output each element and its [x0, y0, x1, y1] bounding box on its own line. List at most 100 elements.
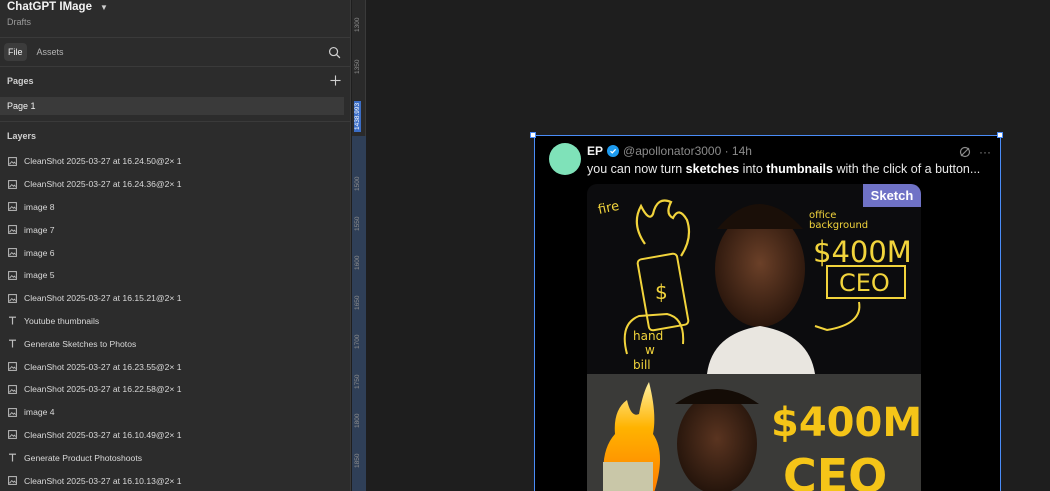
layer-item[interactable]: Youtube thumbnails — [0, 310, 350, 333]
layer-name: CleanShot 2025-03-27 at 16.24.50@2× 1 — [24, 156, 182, 167]
layer-name: image 7 — [24, 224, 55, 235]
layers-label: Layers — [7, 131, 37, 141]
pages-header: Pages — [0, 67, 350, 95]
layer-item[interactable]: CleanShot 2025-03-27 at 16.15.21@2× 1 — [0, 287, 350, 310]
layer-item[interactable]: CleanShot 2025-03-27 at 16.24.36@2× 1 — [0, 173, 350, 196]
layer-name: CleanShot 2025-03-27 at 16.22.58@2× 1 — [24, 384, 182, 395]
layer-name: Generate Sketches to Photos — [24, 338, 137, 349]
resize-handle-top-right[interactable] — [997, 132, 1003, 138]
photo-person-face — [677, 394, 757, 491]
vertical-ruler: 1300 1350 1438.993 1500 1550 1600 1650 1700 1750… — [352, 0, 366, 491]
tweet-actions: ··· — [959, 145, 991, 159]
ruler-tick-label: 1800 — [354, 413, 361, 428]
avatar — [549, 143, 581, 175]
tweet-header: EP @apollonator3000 · 14h — [587, 144, 752, 158]
layer-item[interactable]: Generate Sketches to Photos — [0, 332, 350, 355]
more-options-icon: ··· — [979, 145, 991, 159]
layer-name: CleanShot 2025-03-27 at 16.15.21@2× 1 — [24, 293, 182, 304]
file-title[interactable]: ChatGPT IMage — [7, 1, 92, 13]
layer-name: image 6 — [24, 247, 55, 258]
ruler-tick-label: 1350 — [354, 59, 361, 74]
layer-item[interactable]: CleanShot 2025-03-27 at 16.23.55@2× 1 — [0, 355, 350, 378]
tab-file[interactable]: File — [4, 43, 27, 61]
ruler-tick-label: 1750 — [354, 374, 361, 389]
person-hair — [717, 204, 803, 229]
photo-title-ceo: CEO — [783, 449, 887, 491]
add-page-icon[interactable] — [330, 75, 341, 86]
file-title-menu[interactable]: ChatGPT IMage ▼ — [7, 0, 108, 14]
sketch-badge: Sketch — [863, 184, 921, 207]
sketch-word-hand: hand — [633, 329, 663, 343]
photo-thumbnail: $400M CEO — [587, 374, 921, 491]
panel-tabs: File Assets — [0, 38, 350, 67]
layer-name: CleanShot 2025-03-27 at 16.10.13@2× 1 — [24, 475, 182, 486]
image-icon — [8, 293, 17, 303]
image-icon — [8, 156, 17, 166]
layer-name: CleanShot 2025-03-27 at 16.23.55@2× 1 — [24, 361, 182, 372]
page-item-page-1[interactable]: Page 1 — [0, 97, 344, 115]
layer-item[interactable]: CleanShot 2025-03-27 at 16.10.49@2× 1 — [0, 424, 350, 447]
image-icon — [8, 362, 17, 371]
file-location: Drafts — [7, 17, 32, 27]
image-icon — [8, 384, 17, 394]
ruler-tick-label: 1850 — [354, 453, 361, 468]
layer-name: Youtube thumbnails — [24, 315, 100, 326]
ruler-tick-label: 1700 — [354, 334, 361, 349]
left-sidebar: ChatGPT IMage ▼ Drafts File Assets Pages… — [0, 0, 351, 491]
photo-bill — [603, 462, 653, 491]
grok-icon — [959, 146, 971, 158]
text-icon — [8, 453, 17, 462]
layer-item[interactable]: CleanShot 2025-03-27 at 16.24.50@2× 1 — [0, 150, 350, 173]
ruler-tick-label: 1650 — [354, 295, 361, 310]
sketch-title-400m: $400M — [813, 235, 912, 269]
ruler-tick-label: 1600 — [354, 255, 361, 270]
ruler-tick-label: 1300 — [354, 17, 361, 32]
tweet-handle: @apollonator3000 · 14h — [623, 144, 752, 158]
image-icon — [8, 202, 17, 212]
design-app: ChatGPT IMage ▼ Drafts File Assets Pages… — [0, 0, 1050, 491]
file-header: ChatGPT IMage ▼ Drafts — [0, 0, 350, 38]
layer-item[interactable]: CleanShot 2025-03-27 at 16.22.58@2× 1 — [0, 378, 350, 401]
image-icon — [8, 407, 17, 417]
layer-item[interactable]: image 6 — [0, 241, 350, 264]
layer-name: CleanShot 2025-03-27 at 16.10.49@2× 1 — [24, 429, 182, 440]
canvas[interactable]: EP @apollonator3000 · 14h ··· you can no… — [367, 0, 1050, 491]
text-icon — [8, 339, 17, 348]
text-icon — [8, 316, 17, 325]
sketch-word-background: background — [809, 220, 868, 231]
photo-illustration: $400M CEO — [587, 374, 921, 491]
sketch-title-ceo: CEO — [839, 269, 890, 297]
search-icon[interactable] — [328, 46, 341, 59]
image-icon — [8, 270, 17, 280]
sketch-word-bill: bill — [633, 358, 651, 372]
sketch-word-w: w — [645, 343, 655, 357]
layer-item[interactable]: image 8 — [0, 196, 350, 219]
verified-badge-icon — [607, 145, 620, 157]
image-icon — [8, 179, 17, 189]
layer-name: image 4 — [24, 407, 55, 418]
layer-item[interactable]: CleanShot 2025-03-27 at 16.10.13@2× 1 — [0, 469, 350, 491]
chevron-down-icon[interactable]: ▼ — [100, 3, 108, 12]
ruler-tick-label: 1500 — [354, 176, 361, 191]
sketch-dollar: $ — [655, 280, 668, 304]
sketch-illustration: fire $ hand w bill office background $40… — [597, 199, 912, 374]
layer-item[interactable]: Generate Product Photoshoots — [0, 446, 350, 469]
tweet-author-name: EP — [587, 144, 604, 158]
layers-header: Layers — [0, 122, 350, 150]
layer-name: image 8 — [24, 201, 55, 212]
ruler-tick-label: 1438.993 — [354, 100, 361, 132]
sketch-fire — [635, 199, 691, 257]
selected-image-frame[interactable]: EP @apollonator3000 · 14h ··· you can no… — [534, 135, 1001, 491]
tab-assets[interactable]: Assets — [33, 43, 68, 61]
layer-name: image 5 — [24, 270, 55, 281]
layer-name: CleanShot 2025-03-27 at 16.24.36@2× 1 — [24, 179, 182, 190]
sketch-thumbnail: fire $ hand w bill office background $40… — [587, 184, 921, 374]
ruler-tick-label: 1550 — [354, 216, 361, 231]
image-icon — [8, 225, 17, 235]
image-icon — [8, 248, 17, 257]
layer-item[interactable]: image 4 — [0, 401, 350, 424]
layer-item[interactable]: image 5 — [0, 264, 350, 287]
layer-name: Generate Product Photoshoots — [24, 452, 143, 463]
layer-item[interactable]: image 7 — [0, 218, 350, 241]
resize-handle-top-left[interactable] — [530, 132, 536, 138]
